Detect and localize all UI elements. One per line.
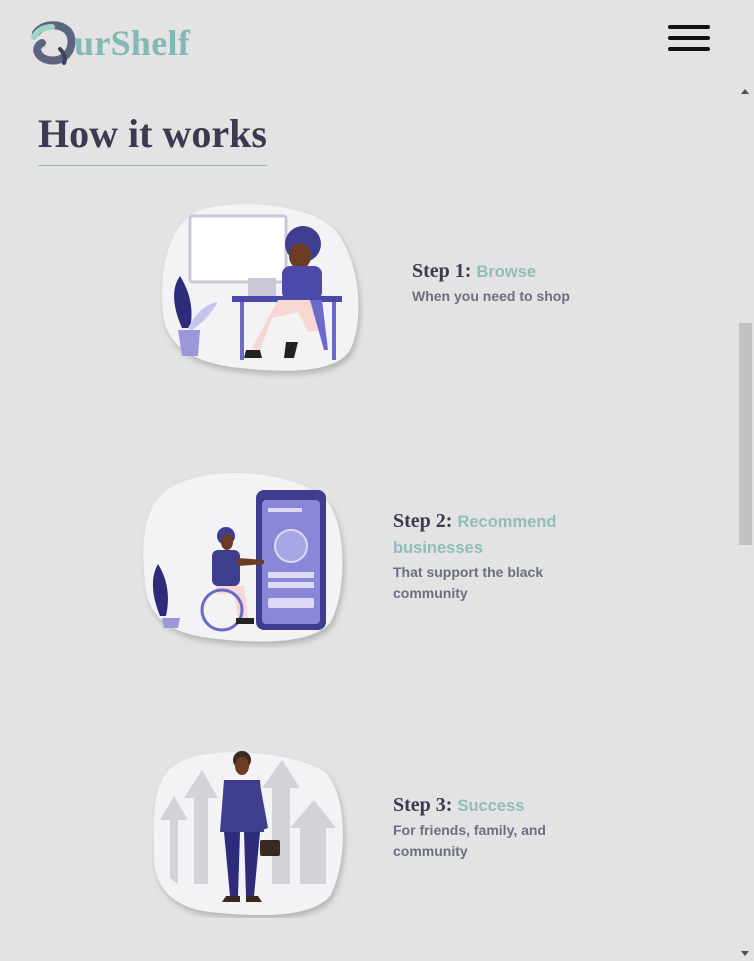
step-description: That support the black community bbox=[393, 564, 544, 601]
step-2: Step 2: Recommend businesses That suppor… bbox=[393, 509, 593, 604]
step-3: Step 3: Success For friends, family, and… bbox=[393, 793, 593, 862]
step-number: Step 2: bbox=[393, 510, 453, 532]
site-header: urShelf bbox=[0, 0, 754, 85]
menu-line bbox=[668, 25, 710, 29]
logo[interactable]: urShelf bbox=[30, 18, 190, 66]
step-1: Step 1: Browse When you need to shop bbox=[412, 259, 632, 307]
hamburger-icon[interactable] bbox=[668, 25, 710, 53]
scroll-thumb[interactable] bbox=[739, 323, 752, 545]
scroll-down-arrow-icon[interactable] bbox=[741, 951, 749, 956]
scroll-up-arrow-icon[interactable] bbox=[741, 89, 749, 94]
woman-at-laptop-desk-illustration bbox=[162, 204, 359, 371]
step-description: When you need to shop bbox=[412, 288, 570, 304]
step-heading: Step 1: Browse bbox=[412, 259, 632, 285]
page-title: How it works bbox=[38, 110, 267, 166]
man-in-wheelchair-phone-illustration bbox=[143, 473, 343, 642]
step-heading: Step 2: Recommend businesses bbox=[393, 509, 593, 561]
brush-o-icon bbox=[31, 21, 76, 65]
logo-text: urShelf bbox=[74, 23, 191, 63]
step-description: For friends, family, and community bbox=[393, 822, 546, 859]
step-number: Step 3: bbox=[393, 794, 453, 816]
step-name: Browse bbox=[476, 263, 537, 281]
step-heading: Step 3: Success bbox=[393, 793, 593, 819]
step-number: Step 1: bbox=[412, 260, 472, 282]
businessman-rising-arrows-illustration bbox=[153, 751, 343, 916]
scrollbar[interactable] bbox=[737, 85, 754, 961]
menu-line bbox=[668, 36, 710, 40]
step-name: Success bbox=[457, 797, 525, 815]
menu-line bbox=[668, 47, 710, 51]
